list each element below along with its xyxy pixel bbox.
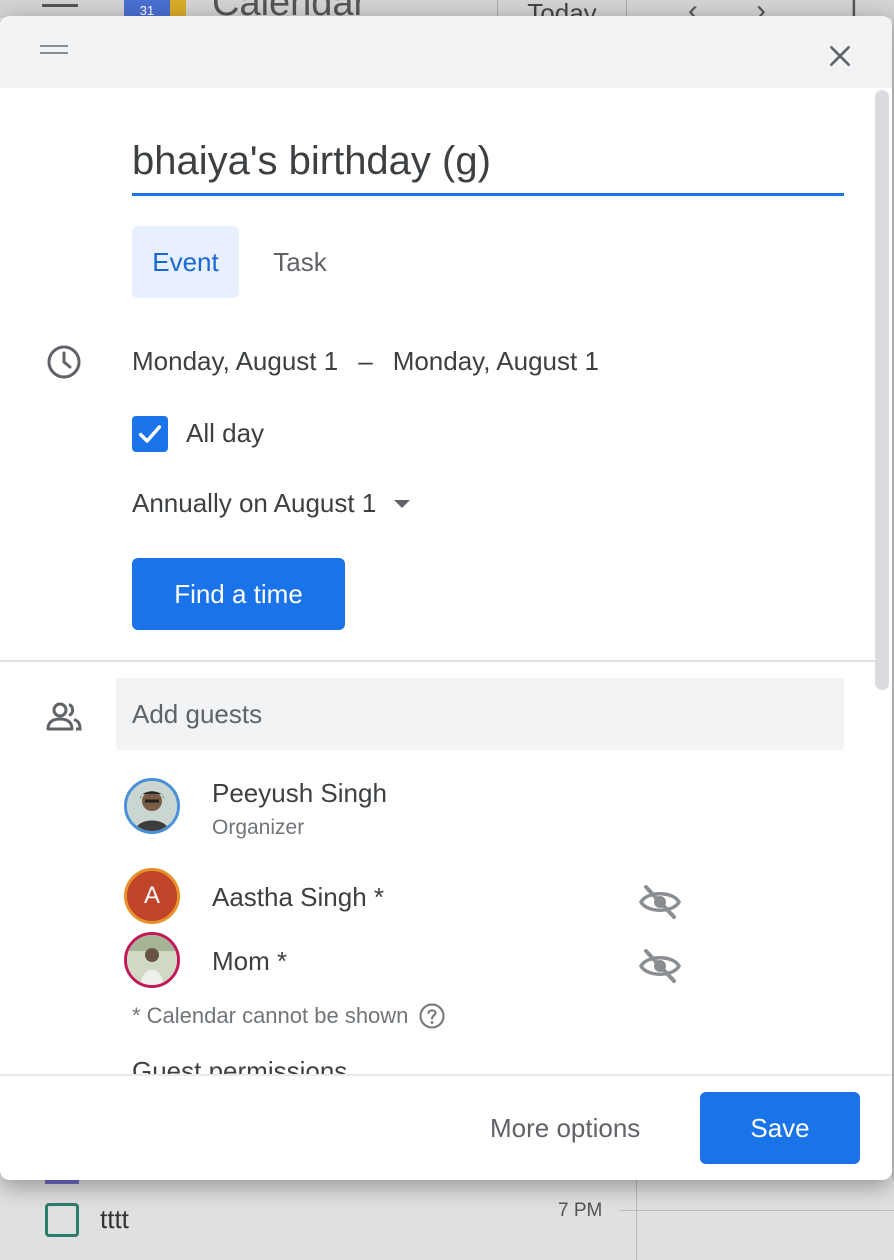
avatar [124, 932, 180, 988]
add-guests-input[interactable] [116, 678, 844, 750]
day-gridline [636, 1180, 637, 1260]
guest-name: Aastha Singh * [212, 882, 385, 912]
calendar-note: * Calendar cannot be shown [132, 1002, 446, 1030]
all-day-label: All day [186, 418, 265, 448]
event-title-input[interactable] [132, 138, 844, 196]
event-quick-create-dialog: Event Task Monday, August 1–Monday, Augu… [0, 16, 892, 1180]
repeat-value: Annually on August 1 [132, 488, 377, 518]
save-button[interactable]: Save [700, 1092, 860, 1164]
end-date[interactable]: Monday, August 1 [393, 346, 599, 376]
tab-event[interactable]: Event [132, 226, 239, 298]
all-day-checkbox[interactable] [132, 416, 168, 452]
help-icon[interactable] [418, 1002, 446, 1030]
event-chip-edge [45, 1180, 79, 1184]
date-range: Monday, August 1– Monday, August 1 [132, 346, 599, 377]
eye-off-icon [639, 949, 681, 983]
repeat-dropdown[interactable]: Annually on August 1 [132, 488, 411, 519]
tab-task[interactable]: Task [250, 226, 350, 298]
section-divider [0, 660, 876, 662]
person-photo-icon [127, 935, 177, 985]
calendar-bottom-bg [0, 1180, 894, 1260]
guest-name: Peeyush Singh [212, 778, 387, 808]
close-button[interactable] [818, 34, 862, 78]
people-icon [46, 702, 82, 731]
avatar: A [124, 868, 180, 924]
eye-off-icon [639, 885, 681, 919]
drag-handle-icon[interactable] [40, 45, 68, 55]
date-separator: – [358, 346, 373, 376]
caret-down-icon [394, 499, 411, 508]
check-icon [138, 425, 162, 443]
guest-name: Mom * [212, 946, 288, 976]
task-checkbox[interactable] [45, 1203, 79, 1237]
clock-icon [47, 345, 81, 379]
dialog-body: Event Task Monday, August 1–Monday, Augu… [0, 88, 892, 1074]
find-a-time-button[interactable]: Find a time [132, 558, 345, 630]
time-label: 7 PM [558, 1200, 603, 1221]
close-icon [830, 46, 850, 66]
dialog-header [0, 16, 892, 88]
guest-role: Organizer [212, 816, 305, 839]
more-options-button[interactable]: More options [470, 1094, 660, 1162]
guest-permissions-heading: Guest permissions [132, 1056, 348, 1074]
avatar [124, 778, 180, 834]
hour-gridline [620, 1210, 894, 1211]
person-photo-icon [127, 781, 177, 831]
dialog-footer: More options Save [0, 1074, 892, 1180]
start-date[interactable]: Monday, August 1 [132, 346, 338, 376]
calendar-note-text: * Calendar cannot be shown [132, 1003, 409, 1028]
main-menu-icon[interactable] [42, 4, 78, 7]
avatar-initial: A [143, 882, 160, 909]
scrollbar[interactable] [875, 90, 889, 690]
task-item-label[interactable]: tttt [100, 1204, 129, 1235]
